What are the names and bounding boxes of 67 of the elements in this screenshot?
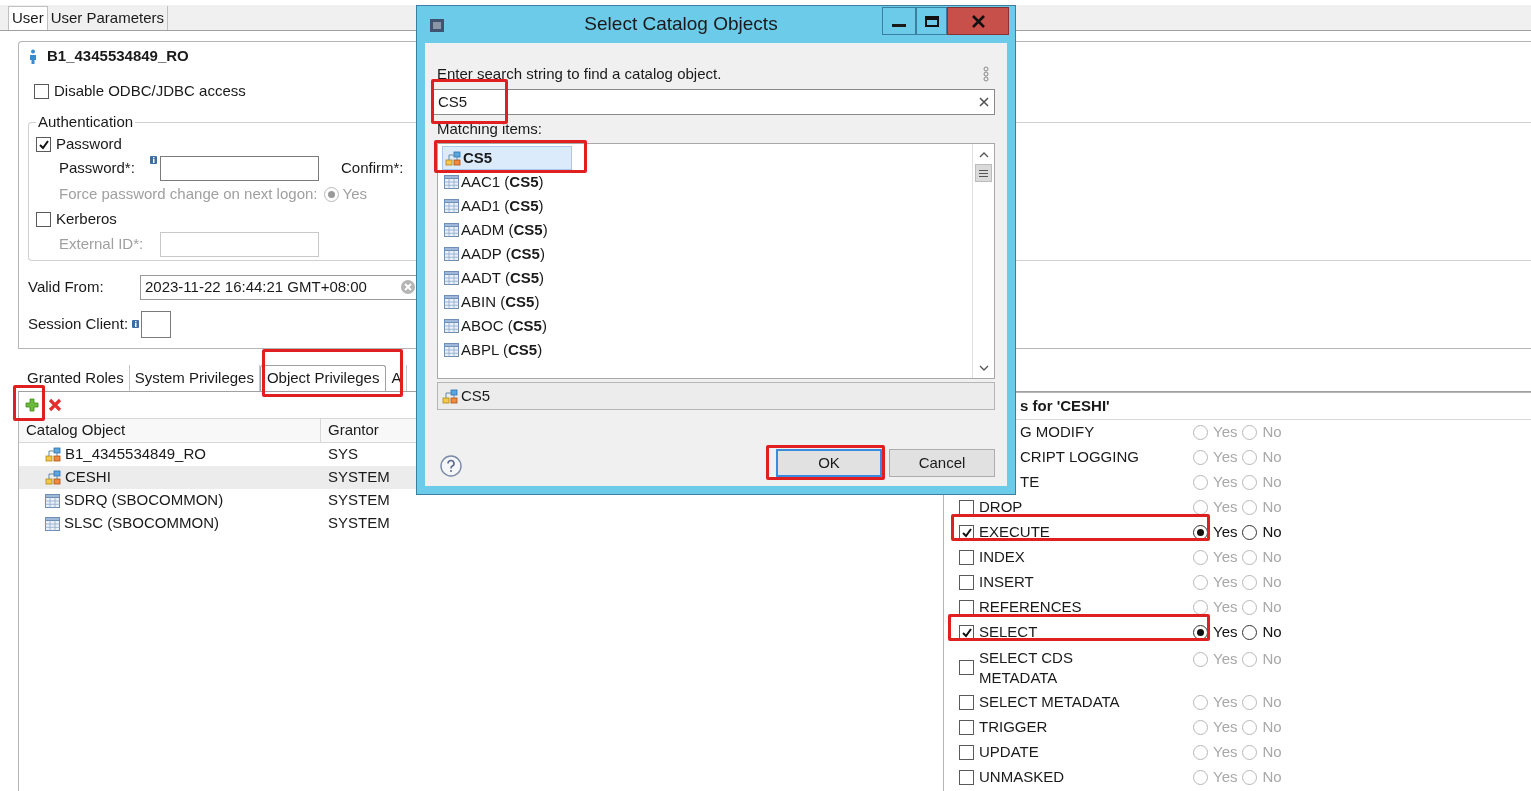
table-cell-text: SDRQ (SBOCOMMON) <box>64 490 224 511</box>
table-cell-text: SYSTEM <box>327 467 390 488</box>
table-cell-text: SYSTEM <box>327 513 390 534</box>
field-label: Session Client: <box>28 313 129 334</box>
privilege-label: INSERT <box>979 572 1034 593</box>
radio-label: No <box>1262 649 1282 669</box>
radio-label: No <box>1262 472 1282 493</box>
privilege-label: REFERENCES <box>979 597 1082 618</box>
radio-label: Yes <box>1213 622 1238 643</box>
table-cell-text: SYSTEM <box>327 490 390 511</box>
table-cell-text: B1_4345534849_RO <box>65 444 206 465</box>
dialog-title: Select Catalog Objects <box>584 12 778 37</box>
radio-label: No <box>1262 547 1282 568</box>
radio-label: Yes <box>1213 497 1238 518</box>
radio-label: No <box>1262 742 1282 763</box>
radio-label: No <box>1262 622 1282 643</box>
privilege-label: SELECT <box>979 622 1038 643</box>
user-name: B1_4345534849_RO <box>47 45 189 66</box>
table-cell-text: SYS <box>327 444 358 465</box>
privilege-label: TE <box>1020 472 1040 493</box>
privilege-label: UPDATE <box>979 742 1039 763</box>
radio-label: No <box>1262 572 1282 593</box>
radio-label: Yes <box>1213 572 1238 593</box>
field-label: Valid From: <box>28 276 105 297</box>
field-label: External ID*: <box>59 234 145 255</box>
privilege-label: SELECT METADATA <box>979 692 1120 713</box>
radio-label: Yes <box>1213 649 1238 669</box>
privilege-label: G MODIFY <box>1020 422 1095 443</box>
radio-label: Yes <box>1213 692 1238 713</box>
radio-label: No <box>1262 692 1282 713</box>
privilege-label: CRIPT LOGGING <box>1020 447 1139 468</box>
privilege-label: SELECT CDS METADATA <box>979 647 1074 688</box>
panel-title: s for 'CESHI' <box>1020 395 1110 416</box>
radio-label: Yes <box>1213 742 1238 763</box>
field-label: Force password change on next logon: <box>59 184 318 205</box>
privilege-label: INDEX <box>979 547 1025 568</box>
radio-label: Yes <box>1213 547 1238 568</box>
group-title: Authentication <box>37 112 135 132</box>
radio-label: Yes <box>1213 717 1238 738</box>
status-field: CS5 <box>437 382 995 410</box>
checkbox-label: Password <box>56 134 122 155</box>
checkbox-label: Disable ODBC/JDBC access <box>54 80 246 101</box>
checkbox-label: Kerberos <box>56 209 117 230</box>
radio-label: Yes <box>1213 767 1238 788</box>
radio-label: Yes <box>1213 447 1238 468</box>
radio-label: Yes <box>342 184 367 205</box>
radio-label: Yes <box>1213 597 1238 618</box>
radio-label: No <box>1262 497 1282 518</box>
table-cell-text: CESHI <box>65 467 111 488</box>
field-label: Password*: <box>59 158 136 179</box>
list-label: Matching items: <box>437 119 544 140</box>
radio-label: No <box>1262 767 1282 788</box>
privilege-label: EXECUTE <box>979 522 1050 543</box>
radio-label: No <box>1262 447 1282 468</box>
radio-label: No <box>1262 522 1282 543</box>
radio-label: Yes <box>1213 422 1238 443</box>
radio-label: Yes <box>1213 472 1238 493</box>
privilege-label: TRIGGER <box>979 717 1048 738</box>
field-label: Confirm*: <box>341 158 404 179</box>
privilege-label: DROP <box>979 497 1023 518</box>
radio-label: Yes <box>1213 522 1238 543</box>
table-cell-text: SLSC (SBOCOMMON) <box>64 513 219 534</box>
radio-label: No <box>1262 597 1282 618</box>
prompt-text: Enter search string to find a catalog object. <box>437 63 722 84</box>
privilege-label: UNMASKED <box>979 767 1064 788</box>
radio-label: No <box>1262 717 1282 738</box>
radio-label: No <box>1262 422 1282 443</box>
